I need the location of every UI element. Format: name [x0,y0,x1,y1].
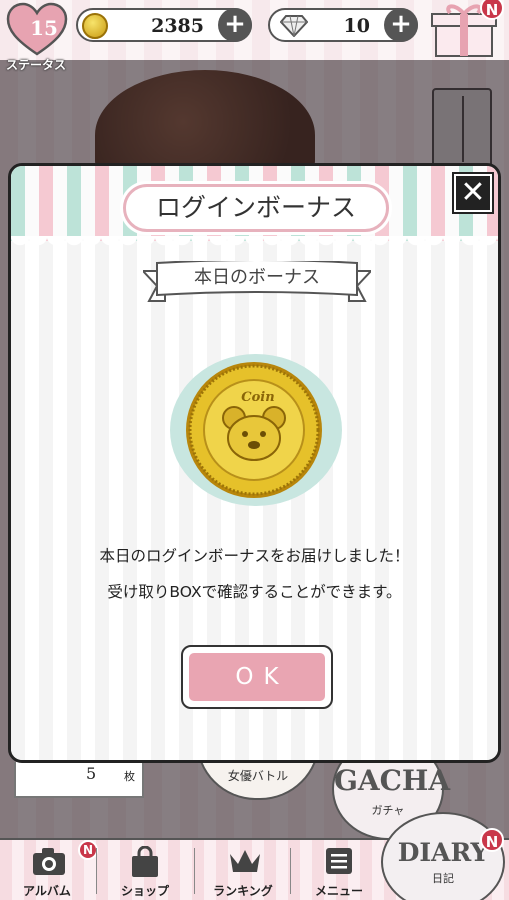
login-bonus-dialog: ログインボーナス ✕ 本日のボーナス Coin 本日のログインボーナスをお届けし… [8,163,501,763]
ticket-count: 5 [86,764,97,783]
diary-badge: N [480,828,504,852]
nav-menu-label: メニュー [314,884,363,898]
coin-reward: Coin [168,348,344,508]
nav-divider [290,848,291,894]
diamond-count: 10 [343,15,370,37]
ok-button[interactable]: OK [181,645,333,709]
nav-ranking[interactable]: ランキング [196,840,290,900]
nav-album[interactable]: N アルバム [0,840,98,900]
close-button[interactable]: ✕ [452,172,494,214]
crown-icon [230,850,260,872]
camera-icon [33,848,65,875]
status-button[interactable]: 15 [6,2,68,58]
nav-shop-label: ショップ [120,884,169,898]
add-diamonds-button[interactable]: + [384,8,418,42]
nav-ranking-label: ランキング [213,884,273,898]
nav-menu[interactable]: メニュー [292,840,386,900]
shopping-bag-icon [132,846,158,877]
menu-icon [326,848,352,874]
diamond-icon [280,15,308,37]
nav-divider [96,848,97,894]
battle-label: 女優バトル [227,769,289,783]
gift-box-button[interactable]: N [428,0,504,58]
message-line-1: 本日のログインボーナスをお届けしました！ [99,547,410,565]
top-bar: 15 ステータス 2385 + 10 + N [0,0,509,72]
diamond-counter: 10 + [268,8,418,42]
status-level: 15 [30,16,58,40]
ok-button-label: OK [187,651,327,703]
coin-counter: 2385 + [76,8,252,42]
nav-shop[interactable]: ショップ [98,840,192,900]
gacha-title: GACHA [334,764,451,797]
scallop-edge [11,236,498,252]
add-coins-button[interactable]: + [218,8,252,42]
coin-reward-icon [170,354,342,506]
ticket-unit: 枚 [124,770,135,783]
nav-divider [194,848,195,894]
message-line-2: 受け取りBOXで確認することができます。 [107,583,402,601]
coin-label: Coin [241,390,275,405]
coin-count: 2385 [151,15,204,37]
status-label: ステータス [6,58,67,72]
dialog-title: ログインボーナス [123,184,389,232]
coin-icon [82,13,108,39]
bonus-subtitle: 本日のボーナス [194,267,320,288]
diary-subtitle: 日記 [432,872,454,885]
bonus-ribbon: 本日のボーナス [143,261,371,303]
ticket-counter: 5 枚 [14,762,144,798]
album-badge: N [78,840,98,860]
nav-album-label: アルバム [23,884,71,898]
